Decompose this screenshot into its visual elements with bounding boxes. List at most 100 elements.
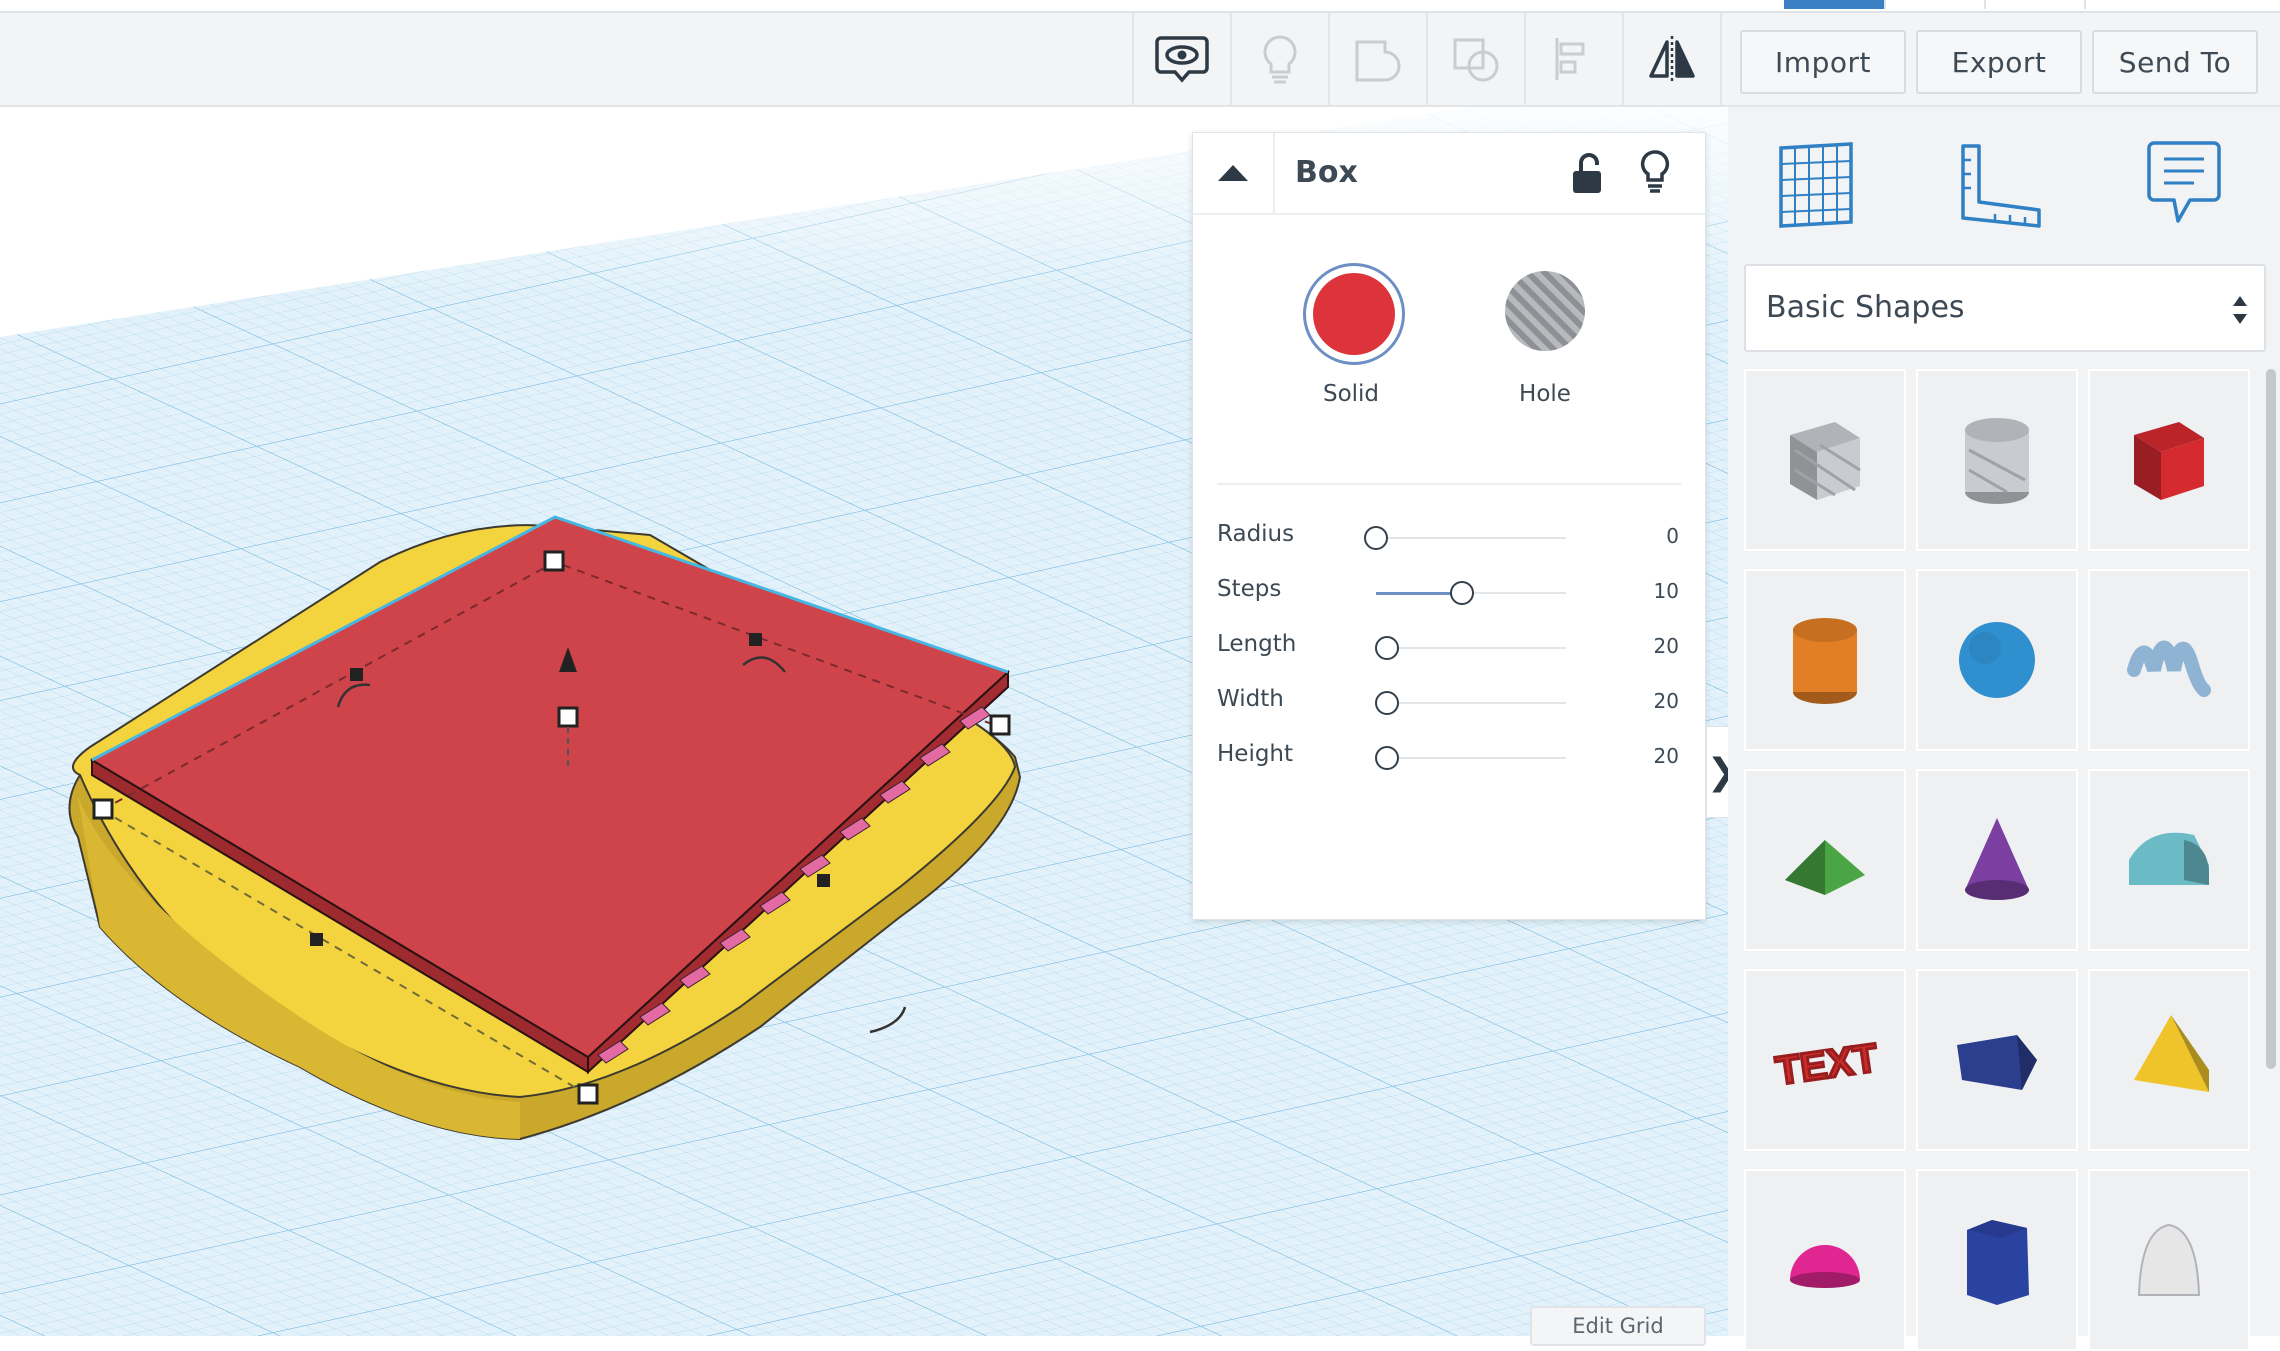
param-slider-knob[interactable] bbox=[1449, 581, 1474, 605]
shape-tile-round-roof[interactable] bbox=[2088, 769, 2250, 951]
tab-divider bbox=[1884, 0, 1886, 9]
workplane-tool-button[interactable] bbox=[1768, 135, 1864, 235]
param-label-width: Width bbox=[1217, 686, 1284, 712]
ungroup-button[interactable] bbox=[1426, 13, 1524, 105]
svg-text:TEXT: TEXT bbox=[1773, 1036, 1880, 1094]
shape-tile-box-hole[interactable] bbox=[1744, 369, 1906, 551]
cylinder-shape-icon bbox=[1793, 618, 1857, 704]
scribble-shape-icon bbox=[2127, 640, 2211, 697]
lightbulb-icon[interactable] bbox=[1635, 149, 1675, 195]
edit-grid-button[interactable]: Edit Grid bbox=[1530, 1306, 1706, 1346]
solid-label: Solid bbox=[1322, 381, 1380, 407]
corner-handle-right[interactable] bbox=[989, 714, 1011, 736]
param-slider-knob[interactable] bbox=[1364, 526, 1388, 550]
param-slider-knob[interactable] bbox=[1375, 691, 1400, 715]
grid-icon bbox=[1779, 142, 1853, 228]
polygon-shape-icon bbox=[1967, 1220, 2029, 1305]
edge-handle[interactable] bbox=[749, 633, 762, 646]
top-strip bbox=[0, 0, 2280, 13]
corner-handle-bottom[interactable] bbox=[577, 1083, 599, 1105]
param-slider-knob[interactable] bbox=[1375, 746, 1400, 770]
corner-handle-top[interactable] bbox=[543, 550, 565, 572]
caret-up-icon bbox=[1218, 165, 1248, 181]
shape-tile-wedge[interactable] bbox=[1916, 969, 2078, 1151]
ruler-icon bbox=[1961, 144, 2041, 228]
shapes-category-label: Basic Shapes bbox=[1766, 290, 1965, 325]
shape-tile-scribble[interactable] bbox=[2088, 569, 2250, 751]
collapse-inspector-button[interactable] bbox=[1193, 133, 1275, 213]
box-shape-icon bbox=[2134, 422, 2204, 500]
shape-tile-half-sphere[interactable] bbox=[1744, 1169, 1906, 1351]
active-tab-indicator bbox=[1784, 0, 1884, 9]
param-value-length[interactable]: 20 bbox=[1619, 634, 1679, 658]
toolbar: Import Export Send To bbox=[0, 13, 2280, 107]
ruler-tool-button[interactable] bbox=[1952, 135, 2048, 235]
import-button[interactable]: Import bbox=[1740, 30, 1906, 94]
paraboloid-shape-icon bbox=[2137, 1223, 2201, 1296]
shape-tile-roof[interactable] bbox=[1744, 769, 1906, 951]
cone-shape-icon bbox=[1965, 818, 2029, 900]
wedge-shape-icon bbox=[1957, 1035, 2037, 1090]
group-shapes-icon bbox=[1355, 40, 1401, 82]
shape-tile-paraboloid[interactable] bbox=[2088, 1169, 2250, 1351]
edge-handle[interactable] bbox=[310, 933, 323, 946]
param-value-radius[interactable]: 0 bbox=[1619, 524, 1679, 548]
corner-handle-left[interactable] bbox=[92, 798, 114, 820]
hole-option[interactable] bbox=[1497, 263, 1593, 359]
param-slider-fill bbox=[1376, 592, 1462, 595]
param-value-height[interactable]: 20 bbox=[1619, 744, 1679, 768]
mirror-button[interactable] bbox=[1622, 13, 1722, 105]
param-slider-knob[interactable] bbox=[1375, 636, 1400, 660]
shape-tile-box[interactable] bbox=[2088, 369, 2250, 551]
shape-tile-text[interactable]: TEXT bbox=[1744, 969, 1906, 1151]
param-label-height: Height bbox=[1217, 741, 1294, 767]
hole-swatch bbox=[1505, 271, 1585, 351]
box-hole-shape-icon bbox=[1790, 422, 1861, 500]
param-label-length: Length bbox=[1217, 631, 1297, 657]
roof-shape-icon bbox=[1785, 840, 1865, 895]
lightbulb-icon bbox=[1263, 35, 1297, 84]
shape-tile-polygon[interactable] bbox=[1916, 1169, 2078, 1351]
solid-option[interactable] bbox=[1303, 263, 1405, 365]
param-label-steps: Steps bbox=[1217, 576, 1282, 602]
notes-toggle-button[interactable] bbox=[1132, 13, 1230, 105]
param-value-steps[interactable]: 10 bbox=[1619, 579, 1679, 603]
unlock-icon[interactable] bbox=[1567, 151, 1607, 195]
ungroup-shapes-icon bbox=[1453, 38, 1499, 82]
cylinder-hole-shape-icon bbox=[1965, 418, 2029, 504]
group-button[interactable] bbox=[1328, 13, 1426, 105]
round-roof-shape-icon bbox=[2129, 832, 2209, 885]
edge-handle[interactable] bbox=[350, 668, 363, 681]
export-button[interactable]: Export bbox=[1916, 30, 2082, 94]
param-slider-width[interactable] bbox=[1376, 702, 1566, 704]
speech-bubble-eye-icon bbox=[1155, 36, 1209, 83]
pyramid-shape-icon bbox=[2134, 1015, 2209, 1092]
hole-label: Hole bbox=[1519, 381, 1571, 407]
shape-inspector: Box Solid Hole Radius 0 Steps 10 Length 20 Wid… bbox=[1192, 132, 1706, 920]
tab-divider bbox=[1984, 0, 1986, 9]
param-slider-length[interactable] bbox=[1376, 647, 1566, 649]
inspector-header: Box bbox=[1193, 133, 1705, 215]
notes-tool-button[interactable] bbox=[2136, 135, 2232, 235]
send-to-button[interactable]: Send To bbox=[2092, 30, 2258, 94]
shapes-scrollbar[interactable] bbox=[2266, 369, 2276, 1069]
shape-tile-pyramid[interactable] bbox=[2088, 969, 2250, 1151]
inspector-divider bbox=[1217, 483, 1681, 485]
align-icon bbox=[1555, 38, 1585, 80]
shape-tile-cylinder-hole[interactable] bbox=[1916, 369, 2078, 551]
param-value-width[interactable]: 20 bbox=[1619, 689, 1679, 713]
solid-swatch bbox=[1313, 273, 1395, 355]
shape-tile-cone[interactable] bbox=[1916, 769, 2078, 951]
edge-handle[interactable] bbox=[817, 874, 830, 887]
param-label-radius: Radius bbox=[1217, 521, 1295, 547]
param-slider-height[interactable] bbox=[1376, 757, 1566, 759]
shape-tile-sphere[interactable] bbox=[1916, 569, 2078, 751]
param-slider-radius[interactable] bbox=[1376, 537, 1566, 539]
show-all-button[interactable] bbox=[1230, 13, 1328, 105]
center-height-handle[interactable] bbox=[557, 706, 579, 728]
shapes-panel: Basic Shapes TEXT bbox=[1728, 107, 2280, 1351]
shape-tile-cylinder[interactable] bbox=[1744, 569, 1906, 751]
shapes-category-select[interactable]: Basic Shapes bbox=[1744, 264, 2266, 352]
align-button[interactable] bbox=[1524, 13, 1622, 105]
text-shape-icon: TEXT bbox=[1772, 1034, 1882, 1095]
